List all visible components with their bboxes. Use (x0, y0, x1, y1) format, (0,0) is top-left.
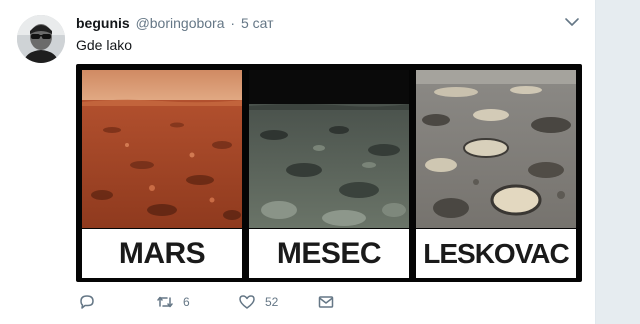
user-avatar[interactable] (17, 15, 65, 63)
envelope-icon (318, 296, 334, 308)
tweet-header: begunis @boringobora · 5 сат (76, 14, 274, 32)
panel-label-leskovac: LESKOVAC (416, 229, 576, 278)
author-name[interactable]: begunis (76, 15, 130, 31)
like-count: 52 (265, 295, 279, 309)
tweet-actions: 6 52 (76, 292, 376, 312)
heart-icon (239, 295, 255, 309)
direct-message-button[interactable] (317, 292, 335, 312)
reply-icon (80, 295, 94, 309)
media-panel-mars: MARS (82, 70, 242, 278)
potholed-road-photo (416, 70, 576, 228)
tweet-card[interactable]: begunis @boringobora · 5 сат Gde lako MA… (0, 0, 596, 324)
tweet-text: Gde lako (76, 37, 133, 53)
mars-surface-photo (82, 70, 242, 228)
reply-button[interactable] (78, 292, 96, 312)
avatar-photo-icon (17, 15, 65, 63)
retweet-icon (157, 296, 173, 308)
moon-surface-photo (249, 70, 409, 228)
like-button[interactable]: 52 (238, 292, 278, 312)
panel-label-mesec: MESEC (249, 229, 409, 278)
header-separator: · (230, 15, 236, 31)
chevron-down-icon[interactable] (564, 15, 580, 29)
tweet-timestamp[interactable]: 5 сат (241, 15, 274, 31)
media-panel-mesec: MESEC (249, 70, 409, 278)
media-panel-leskovac: LESKOVAC (416, 70, 576, 278)
author-handle[interactable]: @boringobora (136, 15, 225, 31)
tweet-media-image[interactable]: MARS MESEC LESKOVAC (76, 64, 582, 282)
retweet-count: 6 (183, 295, 190, 309)
panel-label-mars: MARS (82, 229, 242, 278)
retweet-button[interactable]: 6 (156, 292, 190, 312)
